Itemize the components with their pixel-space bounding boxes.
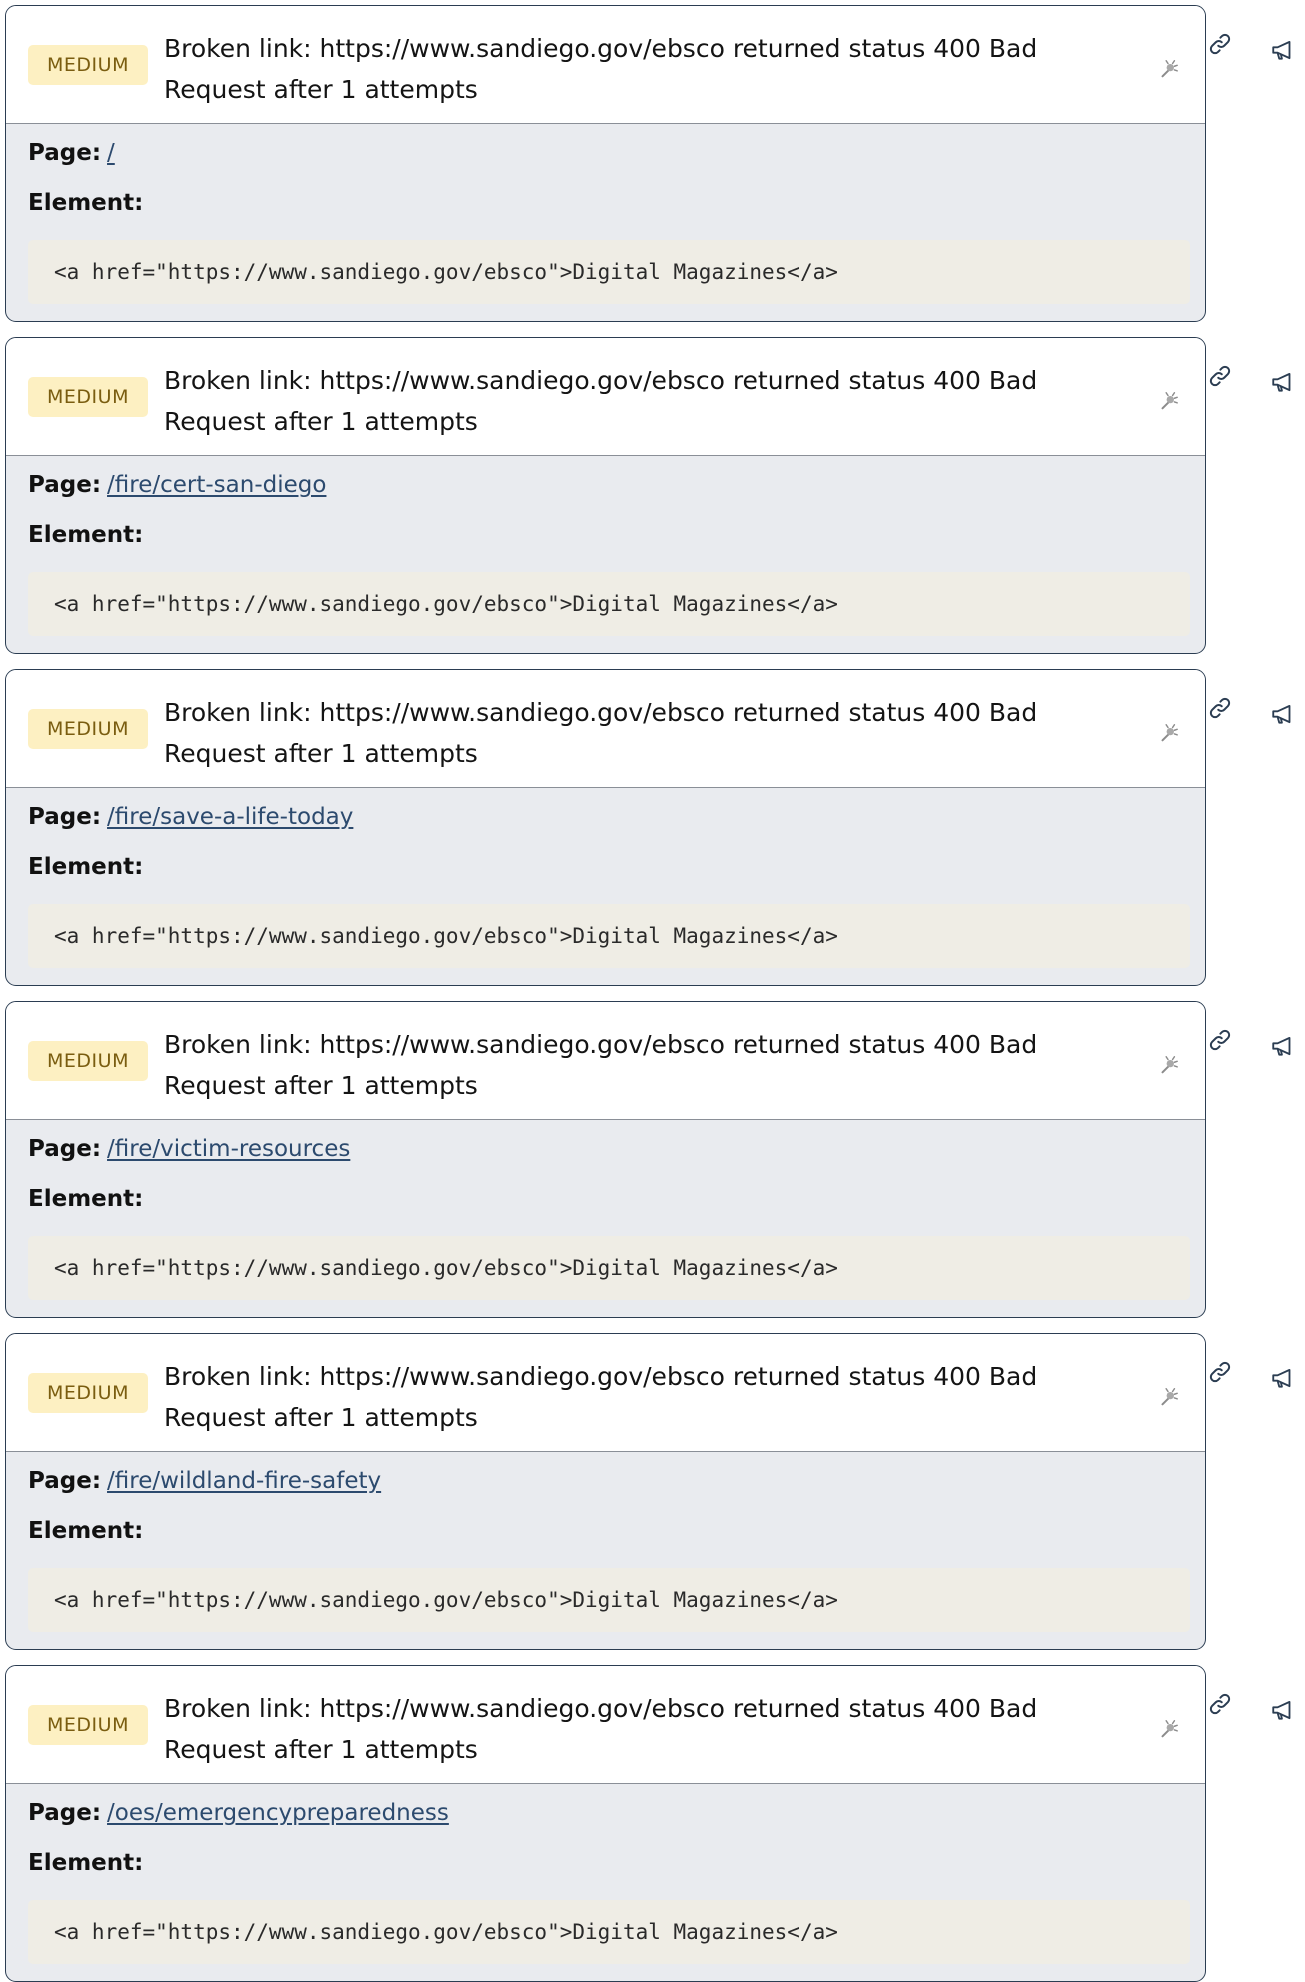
issue-header[interactable]: MEDIUM Broken link: https://www.sandiego… [6, 1334, 1205, 1452]
link-icon[interactable] [1206, 1026, 1234, 1054]
issue-card: MEDIUM Broken link: https://www.sandiego… [5, 1333, 1206, 1650]
bug-icon[interactable] [1157, 722, 1179, 744]
bug-icon[interactable] [1157, 1386, 1179, 1408]
element-code: <a href="https://www.sandiego.gov/ebsco"… [28, 1568, 1190, 1632]
link-icon[interactable] [1206, 694, 1234, 722]
issue-card: MEDIUM Broken link: https://www.sandiego… [5, 1665, 1206, 1982]
page-label: Page: [28, 804, 102, 830]
page-row: Page:/fire/wildland-fire-safety [28, 1466, 381, 1496]
page-link[interactable]: /fire/save-a-life-today [107, 804, 353, 830]
page-row: Page: / [28, 138, 115, 168]
severity-badge: MEDIUM [28, 1373, 148, 1413]
issue-header[interactable]: MEDIUM Broken link: https://www.sandiego… [6, 1666, 1205, 1784]
element-label: Element: [28, 1850, 144, 1876]
issue-message: Broken link: https://www.sandiego.gov/eb… [164, 34, 1038, 104]
link-icon[interactable] [1206, 1690, 1234, 1718]
issue-card: MEDIUM Broken link: https://www.sandiego… [5, 5, 1206, 322]
page-link[interactable]: /fire/victim-resources [107, 1136, 350, 1162]
element-code: <a href="https://www.sandiego.gov/ebsco"… [28, 1900, 1190, 1964]
megaphone-icon[interactable] [1270, 1697, 1296, 1723]
element-label: Element: [28, 854, 144, 880]
issue-message: Broken link: https://www.sandiego.gov/eb… [164, 698, 1038, 768]
page-link[interactable]: / [107, 140, 115, 166]
issue-header[interactable]: MEDIUM Broken link: https://www.sandiego… [6, 670, 1205, 788]
element-label: Element: [28, 1186, 144, 1212]
issue-message: Broken link: https://www.sandiego.gov/eb… [164, 1362, 1038, 1432]
page-row: Page:/oes/emergencypreparedness [28, 1798, 449, 1828]
link-icon[interactable] [1206, 1358, 1234, 1386]
issue-header[interactable]: MEDIUM Broken link: https://www.sandiego… [6, 338, 1205, 456]
bug-icon[interactable] [1157, 390, 1179, 412]
page-label: Page: [28, 1136, 102, 1162]
megaphone-icon[interactable] [1270, 1033, 1296, 1059]
severity-badge: MEDIUM [28, 45, 148, 85]
page-link[interactable]: /fire/wildland-fire-safety [107, 1468, 381, 1494]
page-link[interactable]: /fire/cert-san-diego [107, 472, 326, 498]
element-code: <a href="https://www.sandiego.gov/ebsco"… [28, 1236, 1190, 1300]
issue-card: MEDIUM Broken link: https://www.sandiego… [5, 337, 1206, 654]
megaphone-icon[interactable] [1270, 701, 1296, 727]
element-label: Element: [28, 522, 144, 548]
link-icon[interactable] [1206, 30, 1234, 58]
issue-card: MEDIUM Broken link: https://www.sandiego… [5, 1001, 1206, 1318]
bug-icon[interactable] [1157, 58, 1179, 80]
page-row: Page:/fire/save-a-life-today [28, 802, 353, 832]
issue-message: Broken link: https://www.sandiego.gov/eb… [164, 366, 1038, 436]
page-row: Page:/fire/victim-resources [28, 1134, 350, 1164]
page-label: Page: [28, 472, 102, 498]
severity-badge: MEDIUM [28, 377, 148, 417]
megaphone-icon[interactable] [1270, 1365, 1296, 1391]
issue-message: Broken link: https://www.sandiego.gov/eb… [164, 1694, 1038, 1764]
element-label: Element: [28, 1518, 144, 1544]
page-label: Page: [28, 140, 102, 166]
page-label: Page: [28, 1800, 102, 1826]
page-label: Page: [28, 1468, 102, 1494]
issue-header[interactable]: MEDIUM Broken link: https://www.sandiego… [6, 6, 1205, 124]
severity-badge: MEDIUM [28, 1705, 148, 1745]
page-row: Page:/fire/cert-san-diego [28, 470, 326, 500]
link-icon[interactable] [1206, 362, 1234, 390]
bug-icon[interactable] [1157, 1054, 1179, 1076]
element-code: <a href="https://www.sandiego.gov/ebsco"… [28, 572, 1190, 636]
issue-card: MEDIUM Broken link: https://www.sandiego… [5, 669, 1206, 986]
bug-icon[interactable] [1157, 1718, 1179, 1740]
severity-badge: MEDIUM [28, 709, 148, 749]
element-code: <a href="https://www.sandiego.gov/ebsco"… [28, 904, 1190, 968]
issue-header[interactable]: MEDIUM Broken link: https://www.sandiego… [6, 1002, 1205, 1120]
megaphone-icon[interactable] [1270, 37, 1296, 63]
issue-message: Broken link: https://www.sandiego.gov/eb… [164, 1030, 1038, 1100]
element-label: Element: [28, 190, 144, 216]
element-code: <a href="https://www.sandiego.gov/ebsco"… [28, 240, 1190, 304]
page-link[interactable]: /oes/emergencypreparedness [107, 1800, 449, 1826]
megaphone-icon[interactable] [1270, 369, 1296, 395]
severity-badge: MEDIUM [28, 1041, 148, 1081]
